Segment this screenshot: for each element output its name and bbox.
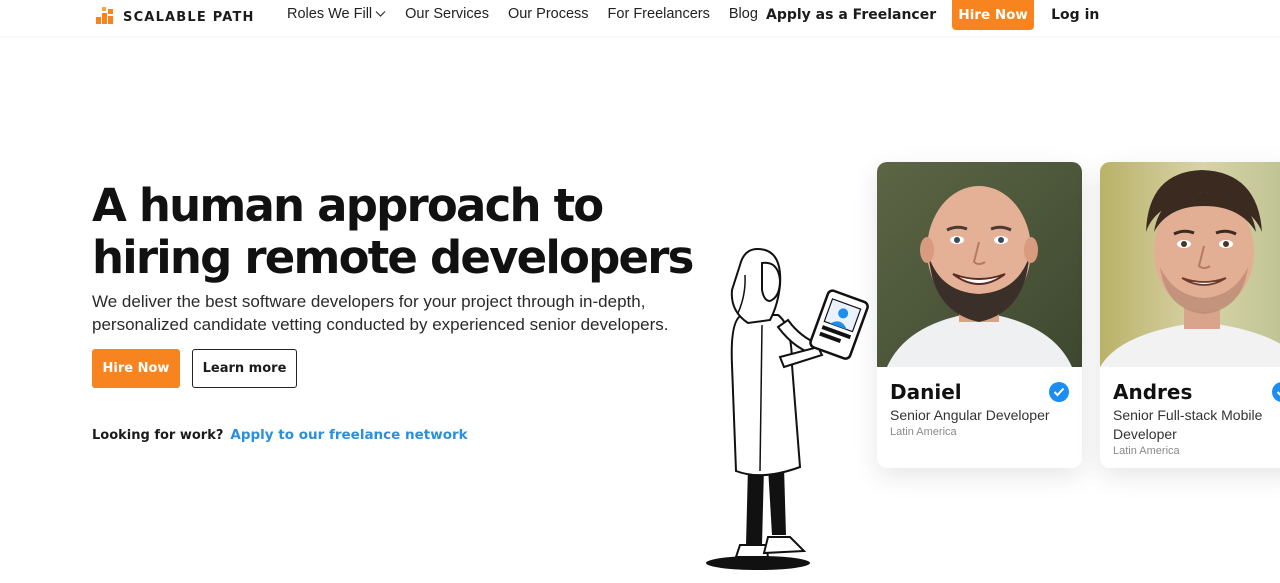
hero-subtitle: We deliver the best software developers … — [92, 290, 692, 336]
top-navigation: SCALABLE PATH Roles We Fill Our Services… — [0, 0, 1280, 36]
hero-subtitle-line-2: personalized candidate vetting conducted… — [92, 315, 669, 334]
nav-item-our-process[interactable]: Our Process — [508, 6, 589, 22]
developer-role: Senior Angular Developer — [890, 407, 1050, 423]
nav-links: Roles We Fill Our Services Our Process F… — [287, 6, 777, 22]
nav-hire-now-button[interactable]: Hire Now — [952, 0, 1035, 30]
developer-photo — [877, 162, 1082, 367]
hero-subtitle-line-1: We deliver the best software developers … — [92, 292, 646, 311]
nav-item-blog[interactable]: Blog — [729, 6, 758, 22]
nav-item-for-freelancers[interactable]: For Freelancers — [608, 6, 710, 22]
developer-name: Andres — [1113, 380, 1193, 404]
nav-item-label: Blog — [728, 6, 758, 22]
nav-item-label: Roles We Fill — [287, 6, 373, 22]
learn-more-button[interactable]: Learn more — [192, 349, 297, 388]
freelance-network-link[interactable]: Apply to our freelance network — [230, 427, 467, 443]
developer-role: Senior Full-stack Mobile Developer — [1113, 407, 1263, 442]
developer-region: Latin America — [890, 426, 957, 438]
logo[interactable]: SCALABLE PATH — [96, 6, 255, 29]
work-question: Looking for work? — [92, 427, 224, 443]
logo-text: SCALABLE PATH — [123, 10, 255, 25]
developer-card-andres[interactable]: Andres Senior Full-stack Mobile Develope… — [1100, 162, 1280, 468]
hero-title: A human approach to hiring remote develo… — [92, 180, 712, 284]
developer-photo — [1100, 162, 1280, 367]
nav-item-label: Our Services — [405, 6, 489, 22]
hero-hire-now-button[interactable]: Hire Now — [92, 349, 180, 388]
nav-item-label: Our Process — [507, 6, 589, 22]
apply-freelancer-link[interactable]: Apply as a Freelancer — [766, 7, 936, 23]
developer-region: Latin America — [1113, 445, 1180, 457]
verified-check-icon — [1272, 382, 1280, 402]
logo-bars-icon — [96, 6, 116, 29]
developer-card-daniel[interactable]: Daniel Senior Angular Developer Latin Am… — [877, 162, 1082, 468]
verified-check-icon — [1049, 382, 1069, 402]
hero-title-line-2: hiring remote developers — [92, 231, 694, 284]
nav-actions: Apply as a Freelancer Hire Now Log in — [766, 0, 1099, 30]
nav-item-our-services[interactable]: Our Services — [405, 6, 489, 22]
nav-item-roles-we-fill[interactable]: Roles We Fill — [287, 6, 386, 22]
nav-item-label: For Freelancers — [607, 6, 710, 22]
hero-title-line-1: A human approach to — [92, 179, 604, 232]
freelance-cta: Looking for work? Apply to our freelance… — [92, 427, 468, 443]
chevron-down-icon — [375, 6, 386, 22]
developer-name: Daniel — [890, 380, 962, 404]
developer-illustration — [700, 245, 880, 575]
login-link[interactable]: Log in — [1051, 7, 1099, 23]
